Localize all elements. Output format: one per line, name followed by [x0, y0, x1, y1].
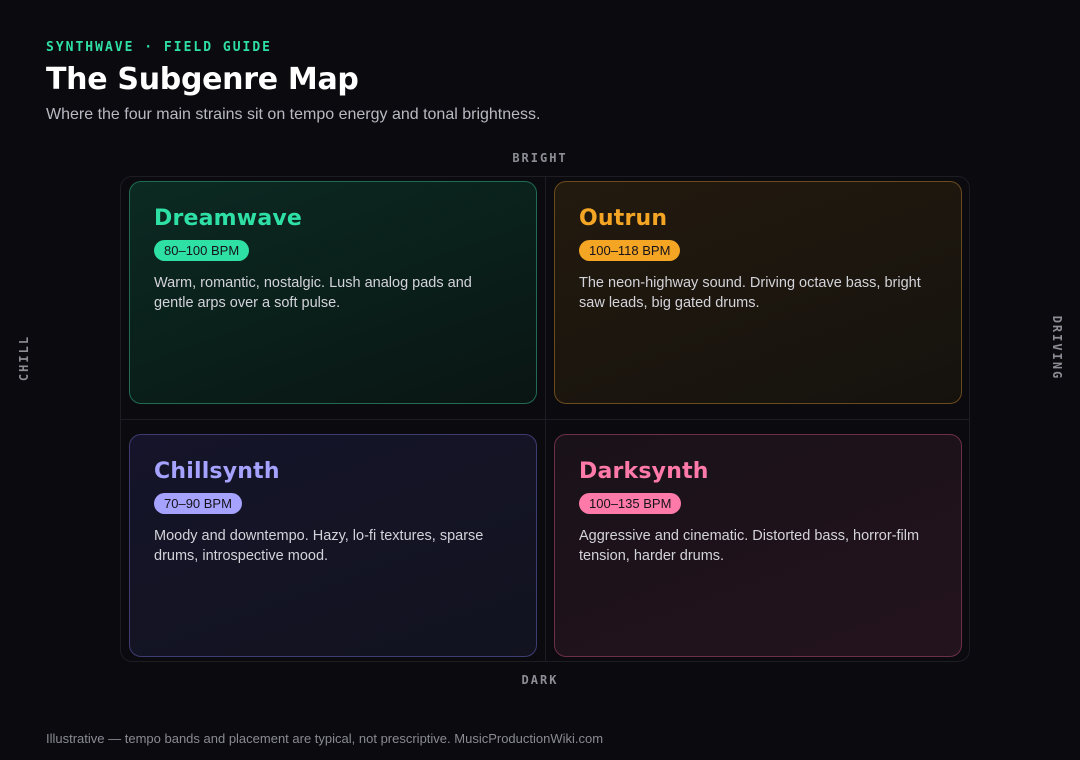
- page-subtitle: Where the four main strains sit on tempo…: [46, 106, 541, 123]
- bpm-badge: 70–90 BPM: [154, 493, 242, 514]
- kicker-label: SYNTHWAVE · FIELD GUIDE: [46, 40, 273, 55]
- quadrant-card-darksynth: Darksynth 100–135 BPM Aggressive and cin…: [554, 434, 962, 657]
- card-title: Chillsynth: [154, 459, 280, 484]
- axis-label-bright: BRIGHT: [512, 151, 568, 165]
- quadrant-card-outrun: Outrun 100–118 BPM The neon-highway soun…: [554, 181, 962, 404]
- bpm-badge: 100–135 BPM: [579, 493, 682, 514]
- bpm-badge: 80–100 BPM: [154, 240, 250, 261]
- page-title: The Subgenre Map: [46, 62, 359, 97]
- axis-label-dark: DARK: [521, 673, 559, 687]
- bpm-badge: 100–118 BPM: [579, 240, 681, 261]
- card-description: Warm, romantic, nostalgic. Lush analog p…: [154, 275, 472, 311]
- quadrant-card-chillsynth: Chillsynth 70–90 BPM Moody and downtempo…: [129, 434, 537, 657]
- quadrant-card-dreamwave: Dreamwave 80–100 BPM Warm, romantic, nos…: [129, 181, 537, 404]
- card-title: Darksynth: [579, 459, 709, 484]
- card-description: Moody and downtempo. Hazy, lo-fi texture…: [154, 528, 484, 564]
- axis-label-chill: CHILL: [17, 334, 31, 382]
- footer-note: Illustrative — tempo bands and placement…: [46, 731, 604, 746]
- card-title: Outrun: [579, 206, 668, 231]
- card-description: Aggressive and cinematic. Distorted bass…: [579, 528, 920, 564]
- quadrant-divider-horizontal: [120, 419, 970, 420]
- axis-label-driving: DRIVING: [1050, 315, 1064, 381]
- card-description: The neon-highway sound. Driving octave b…: [579, 275, 921, 311]
- card-title: Dreamwave: [154, 206, 303, 231]
